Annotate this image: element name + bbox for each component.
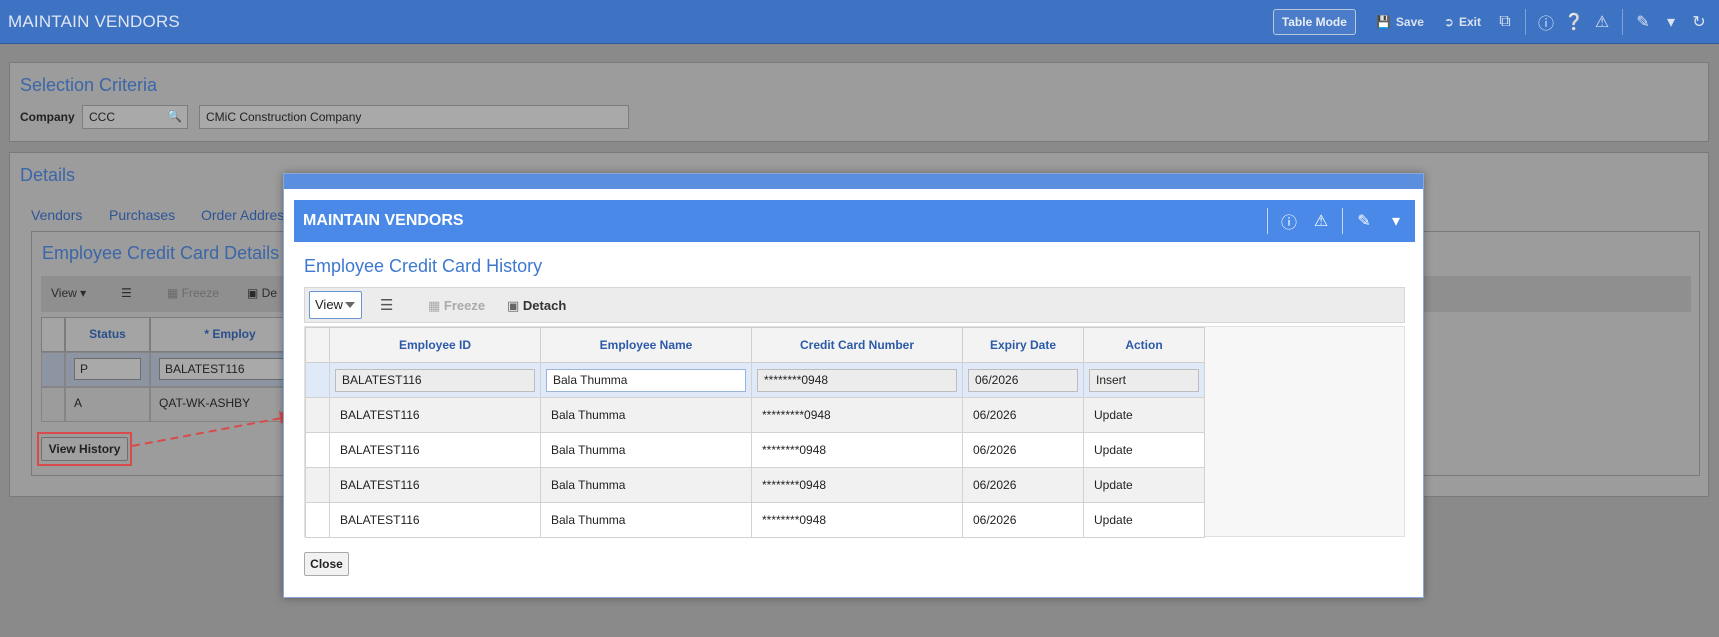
header-divider [1342,208,1343,234]
table-row[interactable]: BALATEST116 Bala Thumma ********0948 06/… [305,362,1205,398]
employee-name-cell[interactable]: Bala Thumma [546,368,746,392]
detach-button[interactable]: ▣ Detach [507,298,566,314]
employee-id-cell[interactable]: BALATEST116 [335,368,535,392]
row-selector[interactable] [305,467,330,503]
row-selector[interactable] [305,502,330,538]
employee-name-cell[interactable]: Bala Thumma [540,467,752,503]
chevron-down-icon[interactable]: ▾ [1385,211,1407,231]
expiry-date-cell[interactable]: 06/2026 [962,502,1084,538]
action-cell[interactable]: Update [1083,467,1205,503]
expiry-date-cell[interactable]: 06/2026 [962,432,1084,468]
employee-id-cell[interactable]: BALATEST116 [329,397,541,433]
credit-card-number-cell[interactable]: ********0948 [751,432,963,468]
dialog-header-toolbar: ⓘ ⚠ ✎ ▾ [1267,200,1407,242]
row-selector[interactable] [305,397,330,433]
view-menu[interactable]: View [309,291,362,319]
action-cell[interactable]: Update [1083,502,1205,538]
expiry-date-header[interactable]: Expiry Date [962,327,1084,363]
info-icon[interactable]: ⓘ [1278,209,1300,233]
row-selector-header [305,327,330,363]
employee-name-cell[interactable]: Bala Thumma [540,432,752,468]
action-cell[interactable]: Update [1083,432,1205,468]
action-cell[interactable]: Insert [1089,368,1199,392]
freeze-icon: ▦ [428,298,441,313]
warning-icon[interactable]: ⚠ [1310,211,1332,231]
employee-name-cell[interactable]: Bala Thumma [540,397,752,433]
expiry-date-cell[interactable]: 06/2026 [962,467,1084,503]
table-row[interactable]: BALATEST116 Bala Thumma ********0948 06/… [305,432,1205,468]
employee-name-header[interactable]: Employee Name [540,327,752,363]
close-button[interactable]: Close [304,552,349,576]
table-row[interactable]: BALATEST116 Bala Thumma *********0948 06… [305,397,1205,433]
arrow-line [131,417,283,447]
credit-card-history-dialog: MAINTAIN VENDORS ⓘ ⚠ ✎ ▾ Employee Credit… [283,173,1424,598]
freeze-button[interactable]: ▦ Freeze [428,298,485,314]
table-row[interactable]: BALATEST116 Bala Thumma ********0948 06/… [305,502,1205,538]
employee-name-cell[interactable]: Bala Thumma [540,502,752,538]
detach-icon: ▣ [507,298,520,313]
row-selector[interactable] [305,432,330,468]
action-header[interactable]: Action [1083,327,1205,363]
dialog-subtitle: Employee Credit Card History [304,256,543,276]
edit-icon[interactable]: ✎ [1353,211,1375,231]
credit-card-number-header[interactable]: Credit Card Number [751,327,963,363]
employee-id-cell[interactable]: BALATEST116 [329,502,541,538]
chevron-down-icon [345,302,355,308]
history-table: Employee ID Employee Name Credit Card Nu… [305,327,1205,538]
credit-card-number-cell[interactable]: ********0948 [751,502,963,538]
credit-card-number-cell[interactable]: *********0948 [751,397,963,433]
employee-id-header[interactable]: Employee ID [329,327,541,363]
expiry-date-cell[interactable]: 06/2026 [962,397,1084,433]
dialog-title: MAINTAIN VENDORS [303,212,464,229]
history-grid: Employee ID Employee Name Credit Card Nu… [304,326,1405,538]
history-toolbar: View ☰ ▦ Freeze ▣ Detach [304,287,1405,323]
column-filter-icon[interactable]: ☰ [380,296,393,314]
dialog-header: MAINTAIN VENDORS ⓘ ⚠ ✎ ▾ [294,200,1415,242]
credit-card-number-cell[interactable]: ********0948 [751,467,963,503]
credit-card-number-cell[interactable]: ********0948 [757,368,957,392]
expiry-date-cell[interactable]: 06/2026 [968,368,1078,392]
employee-id-cell[interactable]: BALATEST116 [329,467,541,503]
action-cell[interactable]: Update [1083,397,1205,433]
dialog-title-bar[interactable] [284,174,1423,189]
employee-id-cell[interactable]: BALATEST116 [329,432,541,468]
header-divider [1267,208,1268,234]
table-row[interactable]: BALATEST116 Bala Thumma ********0948 06/… [305,467,1205,503]
row-selector[interactable] [305,362,330,398]
